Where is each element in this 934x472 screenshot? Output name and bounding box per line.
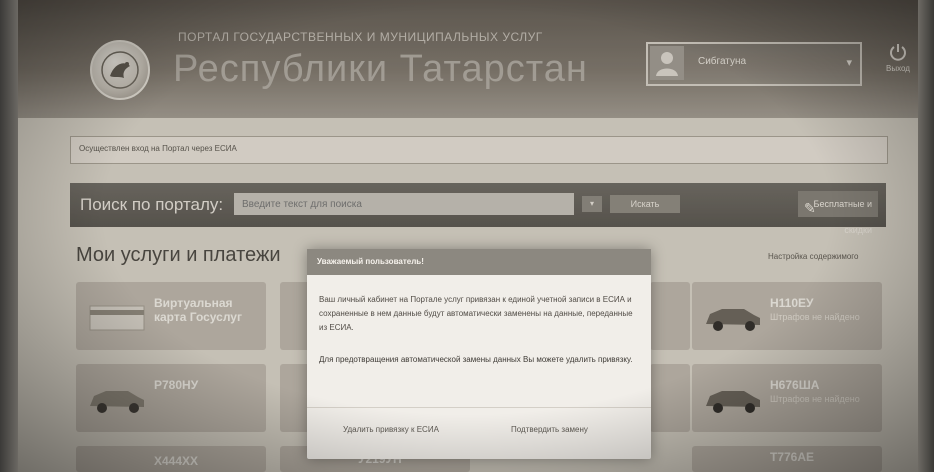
dialog-message: Ваш личный кабинет на Портале услуг прив… (319, 295, 633, 332)
dialog-header: Уважаемый пользователь! (307, 249, 651, 275)
esia-warning-dialog: Уважаемый пользователь! Ваш личный кабин… (307, 249, 651, 459)
confirm-replace-button[interactable]: Подтвердить замену (511, 425, 588, 434)
delete-binding-button[interactable]: Удалить привязку к ЕСИА (343, 425, 439, 434)
dialog-hint: Для предотвращения автоматической замены… (319, 355, 633, 364)
dialog-title: Уважаемый пользователь! (317, 257, 424, 266)
screen-edge-left (0, 0, 18, 472)
dialog-divider (307, 407, 651, 408)
screen-edge-right (918, 0, 934, 472)
